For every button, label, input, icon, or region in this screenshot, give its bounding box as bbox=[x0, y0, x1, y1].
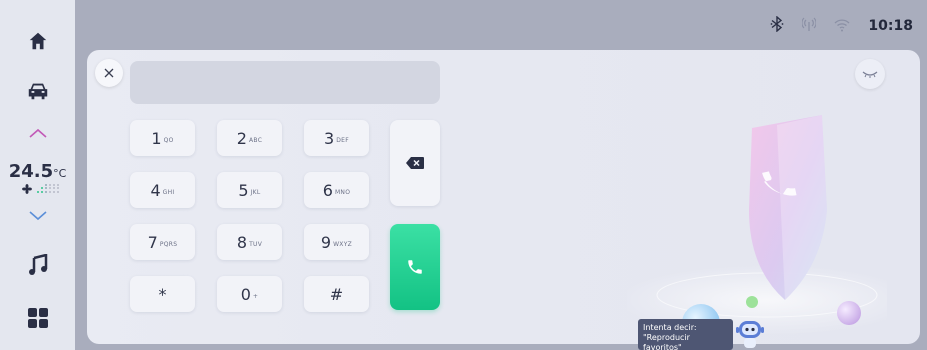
voice-assistant-robot-icon[interactable] bbox=[733, 316, 767, 350]
chevron-up-icon[interactable] bbox=[0, 127, 75, 139]
bluetooth-icon[interactable] bbox=[770, 15, 784, 36]
key-hash[interactable]: # bbox=[304, 276, 369, 312]
key-letters: TUV bbox=[249, 241, 263, 248]
key-digit: 1 bbox=[151, 128, 162, 148]
temperature-unit: °C bbox=[53, 167, 67, 180]
close-button[interactable] bbox=[95, 59, 123, 87]
eye-closed-icon bbox=[862, 71, 878, 78]
key-digit: 9 bbox=[320, 232, 332, 252]
key-6[interactable]: 6 MNO bbox=[304, 172, 369, 208]
key-letters: + bbox=[252, 293, 259, 300]
key-letters: GHI bbox=[162, 189, 175, 196]
key-digit: 7 bbox=[147, 232, 158, 252]
fan-level-dots bbox=[37, 184, 59, 193]
key-5[interactable]: 5 JKL bbox=[217, 172, 282, 208]
music-icon[interactable] bbox=[0, 254, 75, 276]
security-shield-illustration bbox=[627, 115, 887, 340]
key-2[interactable]: 2 ABC bbox=[217, 120, 282, 156]
apps-grid-icon[interactable] bbox=[0, 307, 75, 329]
key-digit: 8 bbox=[236, 232, 248, 252]
dialer-panel: 1 QO 2 ABC 3 DEF 4 GHI 5 JKL 6 MNO 7 PQRS 8 TUV … bbox=[87, 50, 920, 344]
key-digit: 0 bbox=[240, 284, 251, 304]
temperature-display: 24.5°C bbox=[0, 161, 75, 182]
voice-assistant-hint: Intenta decir: "Reproducir favoritos" bbox=[638, 319, 733, 350]
hide-panel-button[interactable] bbox=[855, 59, 885, 89]
key-letters: JKL bbox=[250, 189, 261, 196]
fan-icon bbox=[22, 184, 32, 194]
clock: 10:18 bbox=[868, 18, 913, 34]
hint-line-2: "Reproducir favoritos" bbox=[643, 333, 690, 350]
key-letters: WXYZ bbox=[333, 241, 353, 248]
call-button[interactable] bbox=[390, 224, 440, 310]
close-icon bbox=[104, 68, 114, 78]
key-digit: 5 bbox=[238, 180, 249, 200]
car-icon[interactable] bbox=[0, 80, 75, 102]
key-1[interactable]: 1 QO bbox=[130, 120, 195, 156]
key-letters: PQRS bbox=[159, 241, 178, 248]
key-digit: 4 bbox=[150, 180, 161, 200]
key-9[interactable]: 9 WXYZ bbox=[304, 224, 369, 260]
phone-number-field[interactable] bbox=[130, 61, 440, 104]
status-bar: 10:18 bbox=[770, 15, 913, 36]
key-4[interactable]: 4 GHI bbox=[130, 172, 195, 208]
key-digit: 6 bbox=[322, 180, 333, 200]
chevron-down-icon[interactable] bbox=[0, 210, 75, 222]
sidebar: 24.5°C bbox=[0, 0, 75, 350]
key-letters: DEF bbox=[336, 137, 349, 144]
key-digit: 2 bbox=[236, 128, 247, 148]
phone-icon bbox=[408, 260, 422, 274]
fan-level[interactable] bbox=[22, 184, 60, 194]
temperature-value: 24.5 bbox=[8, 161, 54, 182]
key-8[interactable]: 8 TUV bbox=[217, 224, 282, 260]
key-7[interactable]: 7 PQRS bbox=[130, 224, 195, 260]
key-0[interactable]: 0 + bbox=[217, 276, 282, 312]
backspace-icon bbox=[406, 157, 424, 169]
hint-line-1: Intenta decir: bbox=[643, 323, 697, 332]
key-3[interactable]: 3 DEF bbox=[304, 120, 369, 156]
key-star[interactable]: * bbox=[130, 276, 195, 312]
key-letters: ABC bbox=[248, 137, 263, 144]
key-letters: MNO bbox=[334, 189, 351, 196]
cellular-signal-icon[interactable] bbox=[801, 16, 818, 36]
key-digit: * bbox=[158, 284, 167, 304]
backspace-button[interactable] bbox=[390, 120, 440, 206]
key-digit: # bbox=[329, 284, 344, 304]
key-letters: QO bbox=[163, 137, 174, 144]
home-icon[interactable] bbox=[0, 30, 75, 52]
key-digit: 3 bbox=[324, 128, 335, 148]
wifi-icon[interactable] bbox=[834, 17, 850, 36]
